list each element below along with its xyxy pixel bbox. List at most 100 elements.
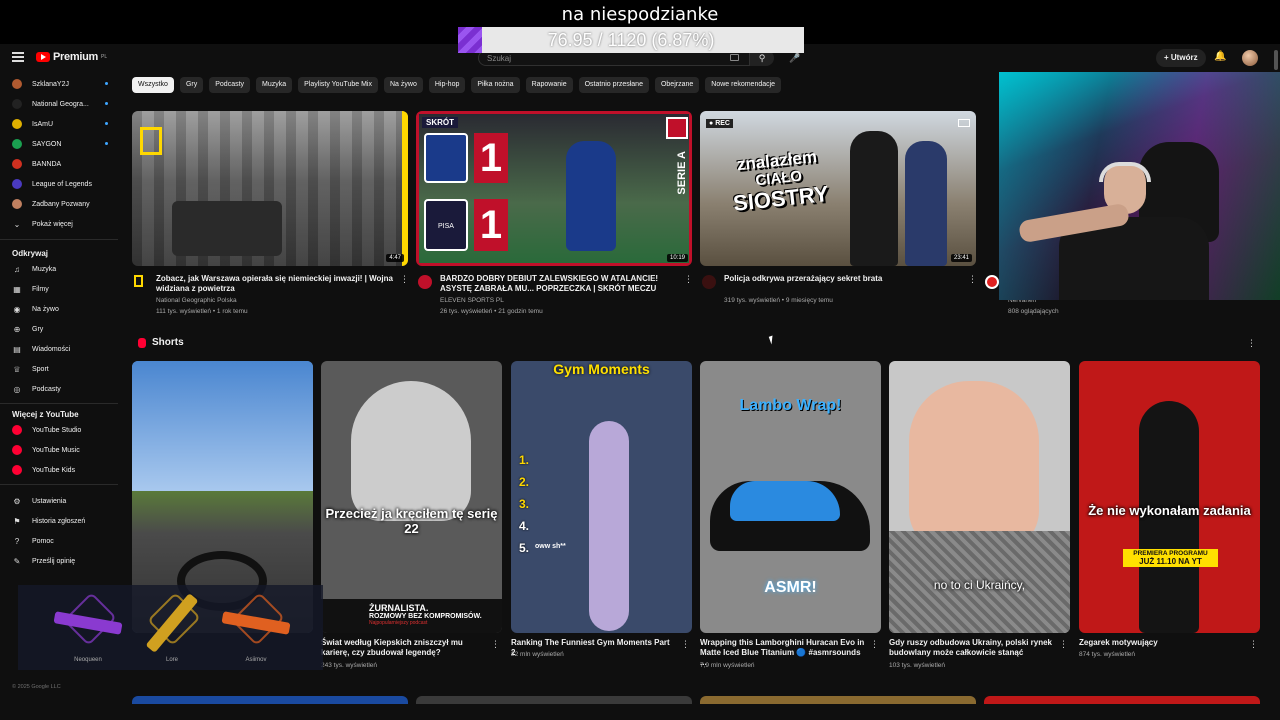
more-options-icon[interactable]: ⋮ (491, 640, 500, 649)
sidebar-item-label: YouTube Music (32, 446, 80, 454)
channel-avatar[interactable] (985, 275, 999, 289)
menu-icon[interactable] (12, 52, 24, 62)
sidebar-item-live[interactable]: ◉ Na żywo (12, 302, 108, 316)
sidebar-subscription[interactable]: Zadbany Pozwany (12, 197, 108, 211)
short-title[interactable]: Zegarek motywujący (1079, 638, 1244, 648)
create-button[interactable]: + Utwórz (1156, 49, 1206, 67)
filter-chip[interactable]: Nowe rekomendacje (705, 77, 782, 93)
short-thumbnail[interactable]: Przecież ja kręciłem tę serię 22 ŻURNALIS… (321, 361, 502, 633)
video-title[interactable]: Zobacz, jak Warszawa opierała się niemie… (156, 274, 406, 294)
short-title[interactable]: Gdy ruszy odbudowa Ukrainy, polski rynek… (889, 638, 1054, 658)
sidebar-subscription[interactable]: SzklanaY2J (12, 77, 108, 91)
channel-avatar[interactable] (418, 275, 432, 289)
show-more-button[interactable]: ⌄ Pokaż więcej (12, 217, 108, 231)
case-item: Neoqueen (50, 589, 126, 667)
sidebar-subscription[interactable]: League of Legends (12, 177, 108, 191)
ranking-number: 4. (519, 519, 530, 533)
filter-chip[interactable]: Playlisty YouTube Mix (298, 77, 378, 93)
next-row-thumbnail[interactable] (984, 696, 1260, 704)
sidebar-item-feedback[interactable]: ✎ Prześlij opinię (12, 554, 108, 568)
filter-chip[interactable]: Gry (179, 77, 204, 93)
channel-avatar-icon (12, 179, 22, 189)
copyright: © 2025 Google LLC (12, 684, 61, 690)
short-thumbnail[interactable]: Że nie wykonałam zadania PREMIERA PROGRAM… (1079, 361, 1260, 633)
banner-line3: Najpopularniejszy podcast (369, 620, 428, 626)
sidebar-item-film[interactable]: ▦ Filmy (12, 282, 108, 296)
channel-avatar[interactable] (702, 275, 716, 289)
logo-text: Premium (53, 51, 98, 63)
sidebar-item-label: IsAmU (32, 120, 53, 128)
account-avatar[interactable] (1242, 50, 1258, 66)
sidebar-item-youtube-app[interactable]: YouTube Music (12, 443, 108, 457)
video-thumbnail[interactable]: ● REC znalazłem CIAŁO SIOSTRY 23:41 (700, 111, 976, 266)
pisa-crest: PISA (424, 199, 468, 251)
filter-chip[interactable]: Obejrzane (654, 77, 700, 93)
more-options-icon[interactable]: ⋮ (870, 640, 879, 649)
video-title[interactable]: BARDZO DOBRY DEBIUT ZALEWSKIEGO W ATALAN… (440, 274, 678, 294)
premiere-badge: PREMIERA PROGRAMU JUŻ 11.10 NA YT (1123, 549, 1218, 567)
filter-chip[interactable]: Ostatnio przesłane (578, 77, 649, 93)
sidebar-item-trophy[interactable]: ♕ Sport (12, 362, 108, 376)
filter-chip[interactable]: Rapowanie (525, 77, 573, 93)
filter-chip[interactable]: Piłka nożna (471, 77, 520, 93)
podcast-icon: ◎ (13, 384, 21, 394)
more-options-icon[interactable]: ⋮ (968, 275, 977, 284)
sidebar-item-youtube-app[interactable]: YouTube Kids (12, 463, 108, 477)
sidebar-item-music[interactable]: ♫ Muzyka (12, 262, 108, 276)
short-thumbnail[interactable]: no to ci Ukraińcy, (889, 361, 1070, 633)
sidebar-item-youtube-app[interactable]: YouTube Studio (12, 423, 108, 437)
filter-chip[interactable]: Muzyka (256, 77, 293, 93)
short-thumbnail[interactable]: Gym Moments 1. 2. 3. 4. 5. oww sh** (511, 361, 692, 633)
ranking-number: 1. (519, 453, 530, 467)
channel-avatar[interactable] (134, 275, 143, 287)
video-title[interactable]: Policja odkrywa przerażający sekret brat… (724, 274, 974, 284)
more-options-icon[interactable]: ⋮ (400, 275, 409, 284)
filter-chip[interactable]: Podcasty (209, 77, 251, 93)
sidebar-subscription[interactable]: IsAmU (12, 117, 108, 131)
sidebar-subscription[interactable]: National Geogra... (12, 97, 108, 111)
live-icon: ◉ (13, 304, 21, 314)
channel-avatar-icon (12, 139, 22, 149)
sidebar-item-news[interactable]: ▤ Wiadomości (12, 342, 108, 356)
sidebar-item-gamepad[interactable]: ⊕ Gry (12, 322, 108, 336)
case-item: Lore (134, 589, 210, 667)
sidebar-item-label: Prześlij opinię (32, 557, 76, 565)
keyboard-icon[interactable] (730, 54, 739, 61)
youtube-logo[interactable]: Premium PL (36, 51, 107, 63)
more-options-icon[interactable]: ⋮ (681, 640, 690, 649)
sidebar-subscription[interactable]: SAYGON (12, 137, 108, 151)
sidebar-item-help[interactable]: ? Pomoc (12, 534, 108, 548)
channel-avatar-icon (12, 159, 22, 169)
video-thumbnail[interactable]: SKRÓT 1 PISA 1 SERIE A 10:19 (416, 111, 692, 266)
filter-chip[interactable]: Hip-hop (428, 77, 466, 93)
bell-icon[interactable]: 🔔 (1214, 51, 1226, 62)
video-thumbnail[interactable]: 4:47 (132, 111, 408, 266)
video-duration: 23:41 (950, 254, 972, 262)
filter-chip[interactable]: Na żywo (384, 77, 423, 93)
shorts-more-icon[interactable]: ⋮ (1247, 339, 1256, 348)
short-headline: Gym Moments (553, 361, 650, 377)
sidebar-item-label: BANNDA (32, 160, 62, 168)
channel-name[interactable]: National Geographic Polska (156, 297, 237, 304)
more-options-icon[interactable]: ⋮ (1059, 640, 1068, 649)
short-thumbnail[interactable]: Lambo Wrap! ASMR! (700, 361, 881, 633)
next-row-thumbnail[interactable] (132, 696, 408, 704)
case-item-name: Asiimov (245, 657, 267, 663)
channel-avatar-icon (12, 79, 22, 89)
short-title[interactable]: Świat według Kiepskich zniszczył mu kari… (321, 638, 486, 658)
more-options-icon[interactable]: ⋮ (1249, 640, 1258, 649)
sidebar-subscription[interactable]: BANNDA (12, 157, 108, 171)
channel-name[interactable]: ELEVEN SPORTS PL (440, 297, 504, 304)
filter-chips: Wszystko Gry Podcasty Muzyka Playlisty YouTu… (132, 77, 782, 93)
more-options-icon[interactable]: ⋮ (684, 275, 693, 284)
next-row-thumbnail[interactable] (416, 696, 692, 704)
filter-chip[interactable]: Wszystko (132, 77, 174, 93)
next-row-thumbnail[interactable] (700, 696, 976, 704)
page-scrollbar[interactable] (1274, 50, 1278, 70)
rec-badge: ● REC (706, 119, 733, 128)
sidebar-item-podcast[interactable]: ◎ Podcasty (12, 382, 108, 396)
sidebar-item-flag[interactable]: ⚑ Historia zgłoszeń (12, 514, 108, 528)
short-person (909, 381, 1039, 551)
music-icon: ♫ (14, 264, 20, 274)
sidebar-item-gear[interactable]: ⚙ Ustawienia (12, 494, 108, 508)
